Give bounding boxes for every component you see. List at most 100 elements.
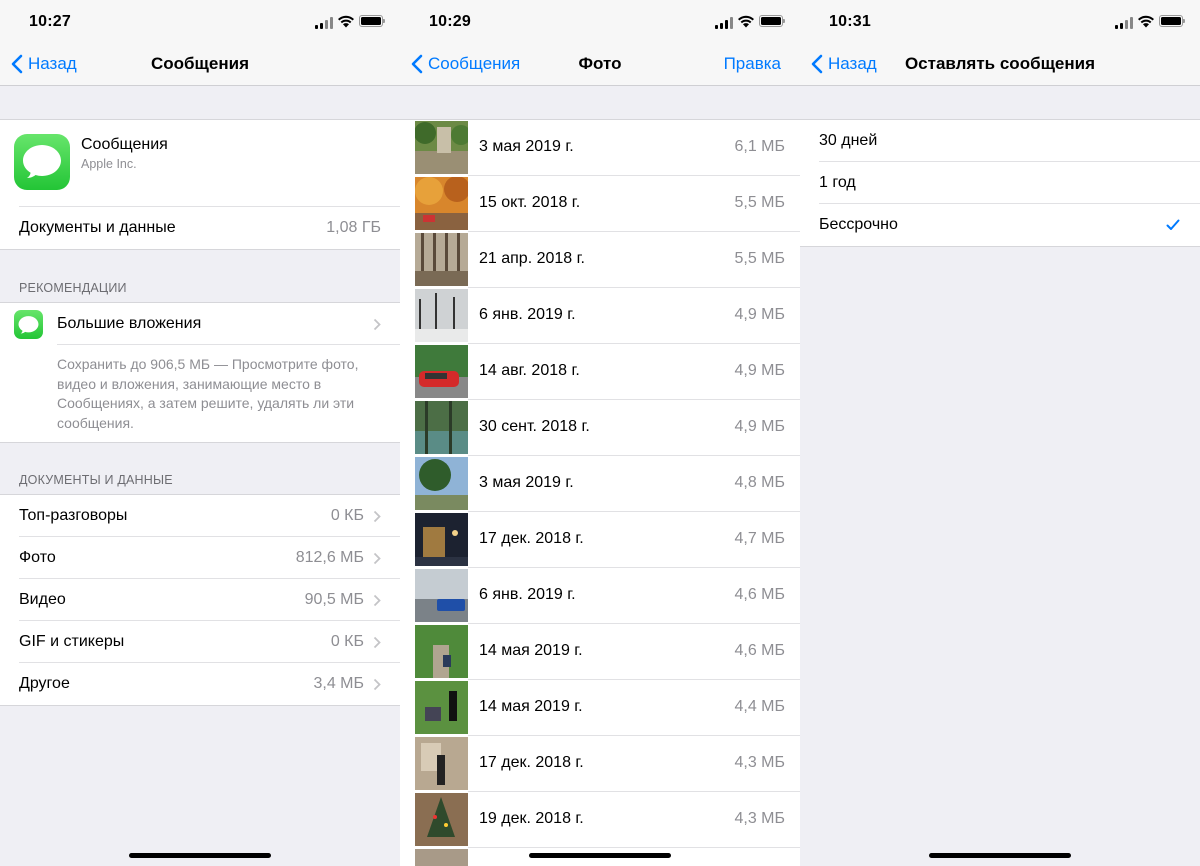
wifi-icon [338, 15, 354, 28]
battery-icon [1159, 15, 1185, 27]
option-label: 1 год [819, 174, 856, 191]
photo-thumbnail [415, 569, 468, 622]
option-30-days[interactable]: 30 дней [800, 120, 1200, 162]
option-label: Бессрочно [819, 216, 898, 233]
photo-size: 4,3 МБ [734, 754, 785, 771]
table-row[interactable]: 6 янв. 2019 г. 4,9 МБ [400, 288, 800, 344]
chevron-left-icon [811, 54, 823, 74]
chevron-right-icon [373, 678, 381, 691]
photo-size: 4,3 МБ [734, 810, 785, 827]
app-name: Сообщения [81, 136, 168, 153]
documents-data-label: Документы и данные [19, 219, 176, 236]
home-indicator[interactable] [529, 853, 671, 858]
photo-thumbnail [415, 233, 468, 286]
table-row[interactable]: 30 сент. 2018 г. 4,9 МБ [400, 400, 800, 456]
app-header: Сообщения Apple Inc. [0, 120, 400, 207]
table-row[interactable]: 15 окт. 2018 г. 5,5 МБ [400, 176, 800, 232]
photo-thumbnail [415, 121, 468, 174]
photo-date: 6 янв. 2019 г. [479, 586, 576, 603]
messages-icon [14, 134, 70, 190]
photo-date: 6 янв. 2019 г. [479, 306, 576, 323]
photo-thumbnail [415, 401, 468, 454]
list-item-value: 3,4 МБ [313, 675, 364, 692]
table-row[interactable]: 21 апр. 2018 г. 5,5 МБ [400, 232, 800, 288]
list-item-label: Фото [19, 549, 56, 566]
photo-thumbnail [415, 737, 468, 790]
list-item[interactable]: Видео 90,5 МБ [0, 579, 400, 621]
table-row[interactable]: 14 мая 2019 г. 4,4 МБ [400, 680, 800, 736]
large-attachments-row[interactable]: Большие вложения [0, 303, 400, 345]
list-item-value: 812,6 МБ [295, 549, 364, 566]
list-item[interactable]: Другое 3,4 МБ [0, 663, 400, 705]
photo-date: 14 мая 2019 г. [479, 642, 583, 659]
photo-thumbnail [415, 681, 468, 734]
checkmark-icon [1166, 219, 1180, 230]
keep-messages-screen: 10:31 Назад Оставлять сообщения 30 дней … [800, 0, 1200, 866]
photo-thumbnail [415, 177, 468, 230]
back-button[interactable]: Сообщения [410, 52, 520, 76]
home-indicator[interactable] [929, 853, 1071, 858]
status-bar: 10:29 [400, 0, 800, 44]
back-button[interactable]: Назад [810, 52, 877, 76]
option-1-year[interactable]: 1 год [800, 162, 1200, 204]
cellular-signal-icon [315, 17, 333, 29]
table-row[interactable]: 14 авг. 2018 г. 4,9 МБ [400, 344, 800, 400]
table-row[interactable]: 14 мая 2019 г. 4,6 МБ [400, 624, 800, 680]
list-item[interactable]: Фото 812,6 МБ [0, 537, 400, 579]
battery-icon [759, 15, 785, 27]
photo-date: 17 дек. 2018 г. [479, 754, 584, 771]
status-time: 10:31 [829, 13, 871, 30]
table-row[interactable]: 3 мая 2019 г. 6,1 МБ [400, 120, 800, 176]
wifi-icon [1138, 15, 1154, 28]
photo-thumbnail [415, 513, 468, 566]
chevron-right-icon [373, 510, 381, 523]
status-time: 10:29 [429, 13, 471, 30]
chevron-left-icon [11, 54, 23, 74]
status-bar: 10:27 [0, 0, 400, 44]
table-row[interactable]: 17 дек. 2018 г. 4,7 МБ [400, 512, 800, 568]
photo-thumbnail [415, 457, 468, 510]
app-info-group: Сообщения Apple Inc. Документы и данные … [0, 119, 400, 250]
messages-small-icon [14, 310, 43, 339]
photo-size: 4,7 МБ [734, 530, 785, 547]
list-item[interactable]: GIF и стикеры 0 КБ [0, 621, 400, 663]
battery-icon [359, 15, 385, 27]
table-row[interactable]: 6 янв. 2019 г. 4,6 МБ [400, 568, 800, 624]
status-bar: 10:31 [800, 0, 1200, 44]
list-item-label: Видео [19, 591, 66, 608]
photo-date: 3 мая 2019 г. [479, 138, 574, 155]
photo-thumbnail [415, 793, 468, 846]
photo-date: 3 мая 2019 г. [479, 474, 574, 491]
photo-size: 4,8 МБ [734, 474, 785, 491]
photo-size: 4,6 МБ [734, 586, 785, 603]
chevron-right-icon [373, 318, 381, 331]
edit-button[interactable]: Правка [724, 54, 781, 74]
photo-thumbnail [415, 289, 468, 342]
option-forever[interactable]: Бессрочно [800, 204, 1200, 246]
table-row[interactable]: 3 мая 2019 г. 4,8 МБ [400, 456, 800, 512]
option-label: 30 дней [819, 132, 878, 149]
photo-date: 30 сент. 2018 г. [479, 418, 590, 435]
documents-header: ДОКУМЕНТЫ И ДАННЫЕ [19, 473, 173, 487]
documents-data-row: Документы и данные 1,08 ГБ [0, 207, 400, 249]
photo-size: 4,4 МБ [734, 698, 785, 715]
photo-size: 5,5 МБ [734, 194, 785, 211]
chevron-right-icon [373, 552, 381, 565]
photos-screen: 10:29 Сообщения Фото Правка 3 мая 2019 г… [400, 0, 800, 866]
photo-size: 4,9 МБ [734, 362, 785, 379]
list-item-value: 90,5 МБ [304, 591, 364, 608]
app-vendor: Apple Inc. [81, 157, 137, 171]
table-row[interactable]: 17 дек. 2018 г. 4,3 МБ [400, 736, 800, 792]
list-item[interactable]: Топ-разговоры 0 КБ [0, 495, 400, 537]
navigation-bar: Назад Сообщения [0, 44, 400, 86]
photo-date: 17 дек. 2018 г. [479, 530, 584, 547]
chevron-right-icon [373, 636, 381, 649]
back-button[interactable]: Назад [10, 52, 77, 76]
keep-options-group: 30 дней 1 год Бессрочно [800, 119, 1200, 247]
photo-thumbnail [415, 849, 468, 866]
table-row[interactable]: 19 дек. 2018 г. 4,3 МБ [400, 792, 800, 848]
photo-list: 3 мая 2019 г. 6,1 МБ 15 окт. 2018 г. 5,5 М… [400, 119, 800, 866]
home-indicator[interactable] [129, 853, 271, 858]
list-item-value: 0 КБ [330, 633, 364, 650]
back-button-label: Назад [828, 54, 877, 73]
